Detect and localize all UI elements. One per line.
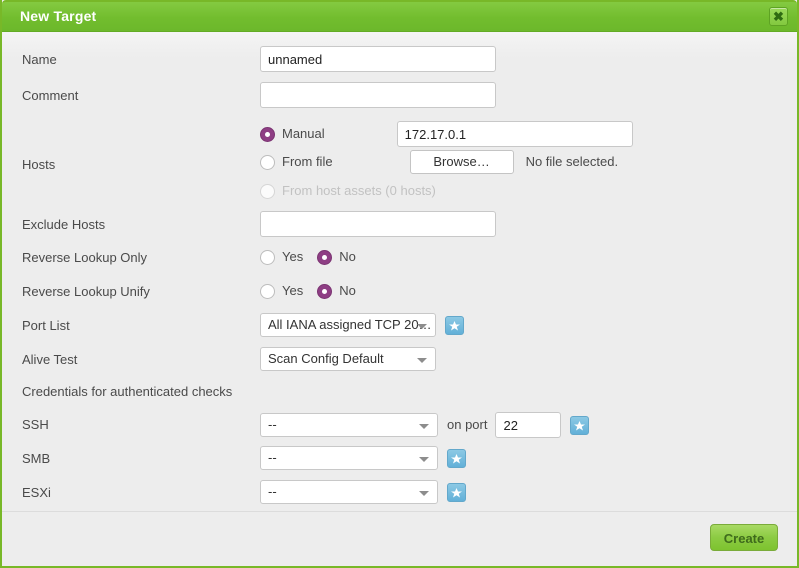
label-reverse-lookup-unify: Reverse Lookup Unify <box>22 278 260 306</box>
label-hosts-from-file: From file <box>282 154 333 170</box>
label-port-list: Port List <box>22 312 260 340</box>
hosts-manual-input[interactable] <box>397 121 633 147</box>
radio-reverse-lookup-only-no[interactable] <box>317 250 332 265</box>
hosts-option-fromfile-row: From file Browse… No file selected. <box>260 147 618 177</box>
dialog-body: Name Comment Hosts Manual <box>2 32 797 511</box>
label-reverse-lookup-only-yes: Yes <box>282 249 303 265</box>
label-esxi: ESXi <box>22 479 260 507</box>
esxi-credential-select[interactable]: -- <box>260 480 438 504</box>
label-reverse-lookup-unify-yes: Yes <box>282 283 303 299</box>
radio-hosts-from-file[interactable] <box>260 155 275 170</box>
label-ssh-on-port: on port <box>447 412 487 438</box>
alive-test-select[interactable]: Scan Config Default <box>260 347 436 371</box>
row-name: Name <box>2 32 797 74</box>
radio-reverse-lookup-only-yes[interactable] <box>260 250 275 265</box>
new-target-dialog: New Target ✖ Name Comment Hosts <box>0 0 799 568</box>
row-hosts: Hosts Manual From file Browse… No file s… <box>2 110 797 205</box>
exclude-hosts-input[interactable] <box>260 211 496 237</box>
label-reverse-lookup-only-no: No <box>339 249 356 265</box>
file-status-text: No file selected. <box>526 150 619 174</box>
radio-hosts-from-assets <box>260 184 275 199</box>
comment-input[interactable] <box>260 82 496 108</box>
label-exclude-hosts: Exclude Hosts <box>22 211 260 239</box>
radio-reverse-lookup-unify-no[interactable] <box>317 284 332 299</box>
row-alive-test: Alive Test Scan Config Default <box>2 340 797 374</box>
dialog-footer: Create <box>2 511 797 566</box>
row-smb: SMB -- <box>2 439 797 473</box>
label-reverse-lookup-only: Reverse Lookup Only <box>22 244 260 272</box>
star-icon[interactable] <box>445 316 464 335</box>
row-reverse-lookup-unify: Reverse Lookup Unify Yes No <box>2 272 797 306</box>
label-name: Name <box>22 46 260 74</box>
smb-credential-select[interactable]: -- <box>260 446 438 470</box>
browse-button[interactable]: Browse… <box>410 150 514 174</box>
label-alive-test: Alive Test <box>22 346 260 374</box>
dialog-title: New Target <box>20 2 96 31</box>
star-icon[interactable] <box>447 449 466 468</box>
row-esxi: ESXi -- <box>2 473 797 507</box>
row-comment: Comment <box>2 74 797 110</box>
hosts-option-assets-row: From host assets (0 hosts) <box>260 177 436 205</box>
dialog-titlebar: New Target ✖ <box>2 0 797 32</box>
name-input[interactable] <box>260 46 496 72</box>
label-comment: Comment <box>22 82 260 110</box>
row-ssh: SSH -- on port <box>2 406 797 439</box>
radio-hosts-manual[interactable] <box>260 127 275 142</box>
label-hosts: Hosts <box>22 121 260 179</box>
hosts-option-manual-row: Manual <box>260 121 633 147</box>
star-icon[interactable] <box>447 483 466 502</box>
ssh-credential-select[interactable]: -- <box>260 413 438 437</box>
label-hosts-manual: Manual <box>282 126 325 142</box>
row-credentials-heading: Credentials for authenticated checks <box>2 374 797 406</box>
label-hosts-from-assets: From host assets (0 hosts) <box>282 183 436 199</box>
credentials-heading: Credentials for authenticated checks <box>22 378 232 406</box>
star-icon[interactable] <box>570 416 589 435</box>
row-port-list: Port List All IANA assigned TCP 20… <box>2 306 797 340</box>
label-reverse-lookup-unify-no: No <box>339 283 356 299</box>
label-smb: SMB <box>22 445 260 473</box>
row-exclude-hosts: Exclude Hosts <box>2 205 797 239</box>
label-ssh: SSH <box>22 411 260 439</box>
ssh-port-input[interactable] <box>495 412 561 438</box>
create-button[interactable]: Create <box>710 524 778 551</box>
row-reverse-lookup-only: Reverse Lookup Only Yes No <box>2 239 797 272</box>
radio-reverse-lookup-unify-yes[interactable] <box>260 284 275 299</box>
close-icon[interactable]: ✖ <box>769 7 788 26</box>
port-list-select[interactable]: All IANA assigned TCP 20… <box>260 313 436 337</box>
